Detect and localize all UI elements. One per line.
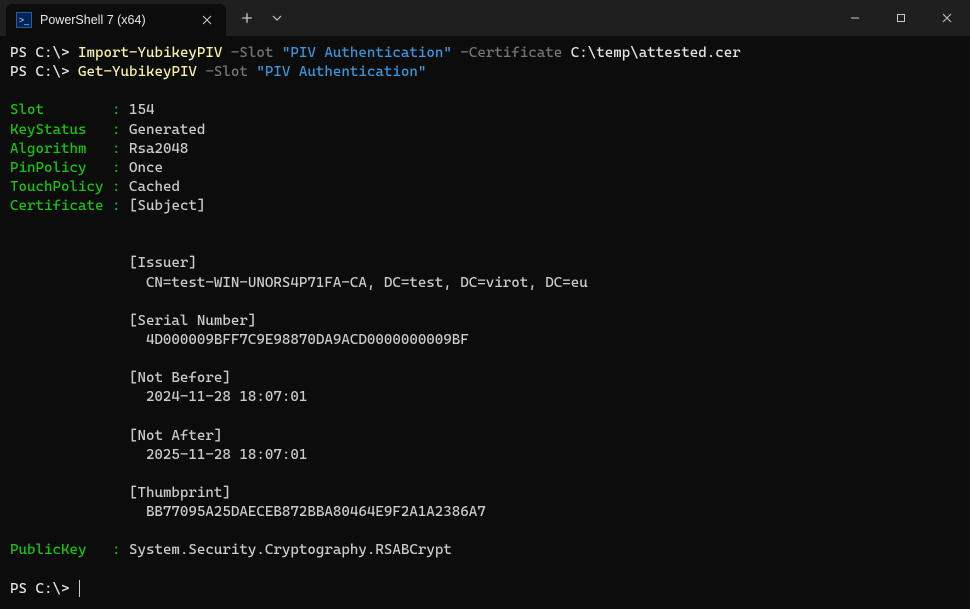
- cert-value: CN=test-WIN-UNORS4P71FA-CA, DC=test, DC=…: [146, 275, 588, 291]
- prop-label: PublicKey :: [10, 542, 120, 558]
- cert-value: 4D000009BFF7C9E98870DA9ACD0000000009BF: [146, 332, 469, 348]
- prop-value: System.Security.Cryptography.RSABCrypt: [129, 542, 452, 558]
- cert-section: [Issuer]: [129, 255, 197, 271]
- prop-label: Algorithm :: [10, 141, 120, 157]
- cursor: [79, 580, 80, 597]
- prompt: PS C:\>: [10, 64, 69, 80]
- flag: -Slot: [231, 45, 273, 61]
- prop-label: PinPolicy :: [10, 160, 120, 176]
- cmdlet: Get-YubikeyPIV: [78, 64, 197, 80]
- arg: "PIV Authentication": [282, 45, 452, 61]
- powershell-icon: >_: [16, 12, 32, 28]
- cert-section: [Not After]: [129, 428, 222, 444]
- prop-value: Once: [129, 160, 163, 176]
- prompt: PS C:\>: [10, 45, 69, 61]
- cert-value: 2025-11-28 18:07:01: [146, 447, 307, 463]
- cert-section: [Thumbprint]: [129, 485, 231, 501]
- prop-value: Generated: [129, 122, 205, 138]
- prop-value: Rsa2048: [129, 141, 188, 157]
- new-tab-button[interactable]: [232, 3, 262, 33]
- flag: -Slot: [205, 64, 247, 80]
- maximize-button[interactable]: [878, 0, 924, 36]
- prop-label: TouchPolicy :: [10, 179, 120, 195]
- flag: -Certificate: [460, 45, 562, 61]
- arg: "PIV Authentication": [256, 64, 426, 80]
- cert-section: [Not Before]: [129, 370, 231, 386]
- terminal-output[interactable]: PS C:\> Import-YubikeyPIV -Slot "PIV Aut…: [0, 36, 970, 609]
- titlebar: >_ PowerShell 7 (x64): [0, 0, 970, 36]
- tab-title: PowerShell 7 (x64): [40, 13, 190, 27]
- prop-value: 154: [129, 102, 155, 118]
- cert-section: [Subject]: [129, 198, 205, 214]
- cert-value: BB77095A25DAECEB872BBA80464E9F2A1A2386A7: [146, 504, 486, 520]
- prop-label: Slot :: [10, 102, 120, 118]
- prop-value: Cached: [129, 179, 180, 195]
- tab-close-button[interactable]: [198, 11, 216, 29]
- tab-powershell[interactable]: >_ PowerShell 7 (x64): [6, 4, 226, 36]
- cmdlet: Import-YubikeyPIV: [78, 45, 222, 61]
- prompt: PS C:\>: [10, 581, 69, 597]
- cert-value: 2024-11-28 18:07:01: [146, 389, 307, 405]
- prop-label: KeyStatus :: [10, 122, 120, 138]
- prop-label: Certificate :: [10, 198, 120, 214]
- cert-section: [Serial Number]: [129, 313, 256, 329]
- tab-dropdown-button[interactable]: [262, 3, 292, 33]
- arg: C:\temp\attested.cer: [571, 45, 741, 61]
- close-window-button[interactable]: [924, 0, 970, 36]
- minimize-button[interactable]: [832, 0, 878, 36]
